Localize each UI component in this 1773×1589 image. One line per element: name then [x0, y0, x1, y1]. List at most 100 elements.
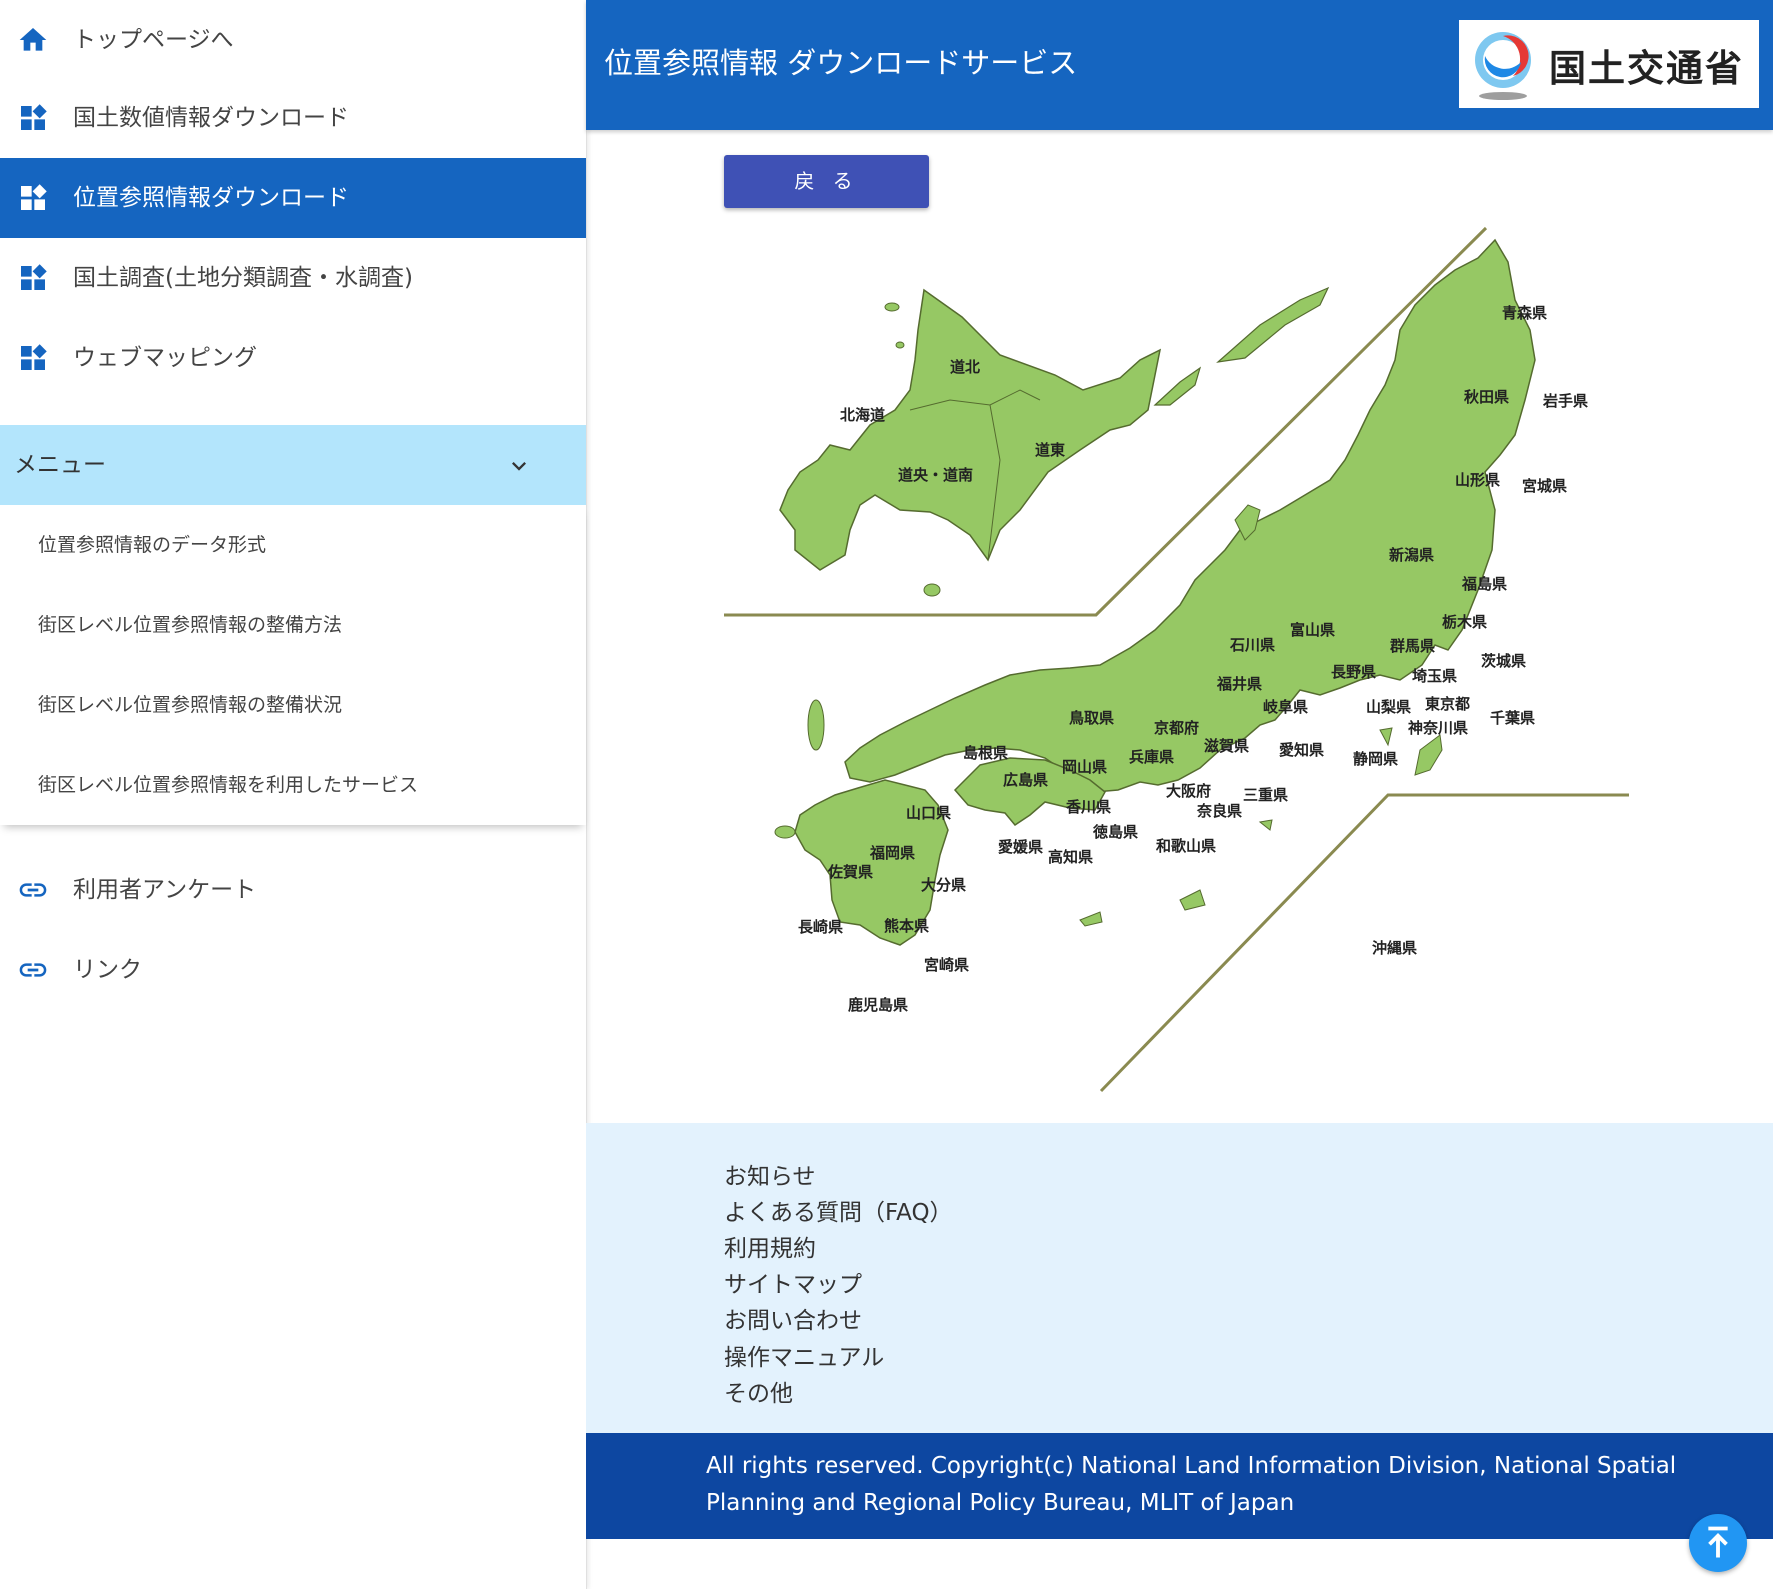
footer-link-manual[interactable]: 操作マニュアル — [724, 1338, 884, 1372]
map-label: 秋田県 — [1464, 388, 1509, 406]
map-label: 佐賀県 — [827, 863, 873, 881]
map-label: 大分県 — [921, 876, 966, 894]
menu-expander[interactable]: メニュー — [0, 425, 586, 505]
map-label: 静岡県 — [1353, 750, 1398, 768]
back-button[interactable]: 戻 る — [724, 155, 929, 208]
copyright-bar: All rights reserved. Copyright(c) Nation… — [586, 1433, 1773, 1539]
map-label: 新潟県 — [1389, 546, 1434, 564]
map-label: 千葉県 — [1490, 709, 1535, 727]
nav-item-web-mapping[interactable]: ウェブマッピング — [0, 318, 586, 398]
dashboard-icon — [21, 104, 47, 130]
map-label: 道東 — [1035, 441, 1065, 459]
japan-prefecture-map: 道北 道東 道央・道南 北海道 青森県 秋田県 岩手県 山形県 宮城県 新潟県 … — [724, 226, 1629, 1093]
map-label: 埼玉県 — [1412, 667, 1457, 685]
map-label: 広島県 — [1003, 771, 1048, 789]
map-label: 山口県 — [906, 804, 951, 822]
home-icon — [19, 28, 47, 51]
menu-list: 位置参照情報のデータ形式 街区レベル位置参照情報の整備方法 街区レベル位置参照情… — [0, 505, 586, 825]
menu-item-maintenance-method[interactable]: 街区レベル位置参照情報の整備方法 — [38, 585, 342, 665]
map-label: 滋賀県 — [1204, 737, 1249, 755]
map-label: 高知県 — [1048, 848, 1093, 866]
map-label: 島根県 — [963, 744, 1008, 762]
map-label: 沖縄県 — [1372, 939, 1417, 957]
page-title: 位置参照情報 ダウンロードサービス — [604, 46, 1078, 80]
chevron-down-icon — [512, 462, 526, 471]
map-label: 兵庫県 — [1129, 748, 1174, 766]
map-label: 鳥取県 — [1069, 709, 1114, 727]
footer-link-sitemap[interactable]: サイトマップ — [724, 1265, 862, 1299]
menu-item-data-format[interactable]: 位置参照情報のデータ形式 — [38, 505, 266, 585]
menu-item-maintenance-status[interactable]: 街区レベル位置参照情報の整備状況 — [38, 665, 342, 745]
map-label: 青森県 — [1502, 304, 1547, 322]
dashboard-icon — [21, 344, 47, 370]
map-label: 宮崎県 — [924, 956, 969, 974]
mlit-logo[interactable]: 国土交通省 — [1459, 20, 1759, 108]
island — [774, 825, 796, 839]
footer-link-news[interactable]: お知らせ — [724, 1157, 816, 1191]
nav-item-label: リンク — [73, 957, 142, 983]
map-label: 宮城県 — [1522, 477, 1567, 495]
map-label: 福岡県 — [869, 844, 915, 862]
nav-item-label: トップページへ — [73, 27, 234, 53]
map-label: 奈良県 — [1196, 802, 1242, 820]
map-label: 道北 — [950, 358, 980, 376]
nav-item-label: 位置参照情報ダウンロード — [73, 185, 349, 211]
island — [807, 699, 825, 751]
map-label: 三重県 — [1243, 786, 1288, 804]
map-label: 富山県 — [1290, 621, 1335, 639]
nav-item-label: 国土調査(土地分類調査・水調査) — [73, 265, 413, 291]
map-label: 山梨県 — [1366, 698, 1411, 716]
nav-item-land-survey[interactable]: 国土調査(土地分類調査・水調査) — [0, 238, 586, 318]
dashboard-icon — [21, 184, 47, 210]
mlit-emblem-icon — [1475, 32, 1531, 100]
map-label: 岩手県 — [1542, 392, 1588, 410]
footer-link-faq[interactable]: よくある質問（FAQ） — [724, 1193, 953, 1227]
footer-link-terms[interactable]: 利用規約 — [724, 1229, 816, 1263]
footer-links: お知らせ よくある質問（FAQ） 利用規約 サイトマップ お問い合わせ 操作マニ… — [586, 1123, 1773, 1433]
map-label: 北海道 — [840, 406, 885, 424]
map-label: 東京都 — [1425, 695, 1470, 713]
footer-link-other[interactable]: その他 — [724, 1374, 793, 1408]
footer-link-contact[interactable]: お問い合わせ — [724, 1301, 862, 1335]
link-icon — [19, 963, 47, 977]
map-label: 愛媛県 — [998, 838, 1043, 856]
map-label: 山形県 — [1455, 471, 1500, 489]
map-label: 長野県 — [1331, 663, 1376, 681]
copyright-text: All rights reserved. Copyright(c) Nation… — [706, 1453, 1677, 1479]
map-label: 福島県 — [1461, 575, 1507, 593]
nav-item-top-page[interactable]: トップページへ — [0, 0, 586, 80]
sidebar: トップページへ 国土数値情報ダウンロード 位置参照情報ダウンロード 国土調査(土… — [0, 0, 587, 1589]
map-label: 鹿児島県 — [848, 996, 908, 1014]
map-label: 神奈川県 — [1408, 719, 1468, 737]
copyright-text: Planning and Regional Policy Bureau, MLI… — [706, 1490, 1295, 1516]
dashboard-icon — [21, 264, 47, 290]
nav-item-label: ウェブマッピング — [73, 345, 257, 371]
logo-text: 国土交通省 — [1549, 47, 1744, 90]
map-label: 茨城県 — [1481, 652, 1526, 670]
nav-item-label: 利用者アンケート — [73, 877, 257, 903]
app-header: 位置参照情報 ダウンロードサービス 国土交通省 — [586, 0, 1773, 130]
map-label: 香川県 — [1066, 798, 1111, 816]
map-label: 岐阜県 — [1263, 698, 1308, 716]
nav-item-label: 国土数値情報ダウンロード — [73, 105, 349, 131]
map-label: 道央・道南 — [898, 466, 973, 484]
map-label: 京都府 — [1154, 719, 1199, 737]
map-label: 長崎県 — [798, 918, 843, 936]
nav-item-national-land-data[interactable]: 国土数値情報ダウンロード — [0, 78, 586, 158]
map-label: 和歌山県 — [1156, 837, 1216, 855]
map-label: 石川県 — [1229, 636, 1275, 654]
nav-item-location-reference[interactable]: 位置参照情報ダウンロード — [0, 158, 586, 238]
map-label: 大阪府 — [1166, 782, 1211, 800]
map-label: 愛知県 — [1279, 741, 1324, 759]
island — [923, 583, 941, 597]
nav-item-links[interactable]: リンク — [0, 930, 586, 1010]
map-label: 群馬県 — [1390, 637, 1435, 655]
arrow-upward-icon — [1708, 1526, 1728, 1558]
map-label: 熊本県 — [884, 917, 929, 935]
map-label: 徳島県 — [1092, 823, 1138, 841]
menu-item-services[interactable]: 街区レベル位置参照情報を利用したサービス — [38, 745, 418, 825]
nav-item-survey[interactable]: 利用者アンケート — [0, 850, 586, 930]
map-label: 岡山県 — [1062, 758, 1107, 776]
scroll-to-top-button[interactable] — [1689, 1514, 1747, 1572]
map-label: 福井県 — [1216, 675, 1262, 693]
